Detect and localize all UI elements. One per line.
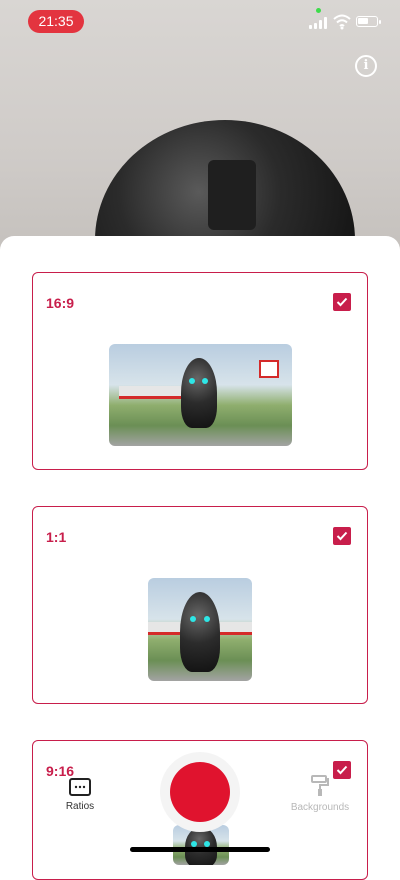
ratio-card-16-9[interactable]: 16:9: [32, 272, 368, 470]
paint-roller-icon: [311, 775, 329, 796]
robot-eye: [190, 616, 196, 622]
robot-eye: [202, 378, 208, 384]
backgrounds-tab[interactable]: Backgrounds: [288, 775, 352, 813]
robot-image: [181, 358, 217, 428]
aspect-ratio-icon: [69, 778, 91, 796]
ratio-checkbox[interactable]: [333, 293, 351, 311]
record-button[interactable]: [160, 752, 240, 832]
backgrounds-tab-label: Backgrounds: [290, 802, 350, 813]
checkmark-icon: [336, 531, 348, 541]
ratio-label: 9:16: [46, 763, 75, 779]
preview-thumbnail-16-9: [109, 344, 292, 446]
ratios-tab-label: Ratios: [65, 801, 95, 812]
robot-head-detail: [208, 160, 256, 230]
ratio-checkbox[interactable]: [333, 527, 351, 545]
robot-image: [185, 827, 217, 865]
status-bar: 21:35: [0, 0, 400, 44]
ratio-label: 16:9: [46, 295, 75, 311]
ratios-tab[interactable]: Ratios: [58, 778, 102, 812]
gas-station-sign: [259, 360, 279, 378]
ratio-label: 1:1: [46, 529, 67, 545]
status-time[interactable]: 21:35: [28, 10, 84, 33]
battery-icon: [356, 16, 381, 27]
ratio-card-1-1[interactable]: 1:1: [32, 506, 368, 704]
robot-eye: [204, 616, 210, 622]
checkmark-icon: [336, 297, 348, 307]
signal-icon: [309, 17, 327, 29]
preview-thumbnail-1-1: [148, 578, 252, 681]
home-indicator[interactable]: [130, 847, 270, 852]
camera-in-use-indicator: [316, 8, 321, 13]
robot-image: [180, 592, 220, 672]
info-button[interactable]: i: [355, 55, 377, 77]
wifi-icon: [333, 14, 351, 30]
record-button-core: [170, 762, 230, 822]
robot-eye: [189, 378, 195, 384]
